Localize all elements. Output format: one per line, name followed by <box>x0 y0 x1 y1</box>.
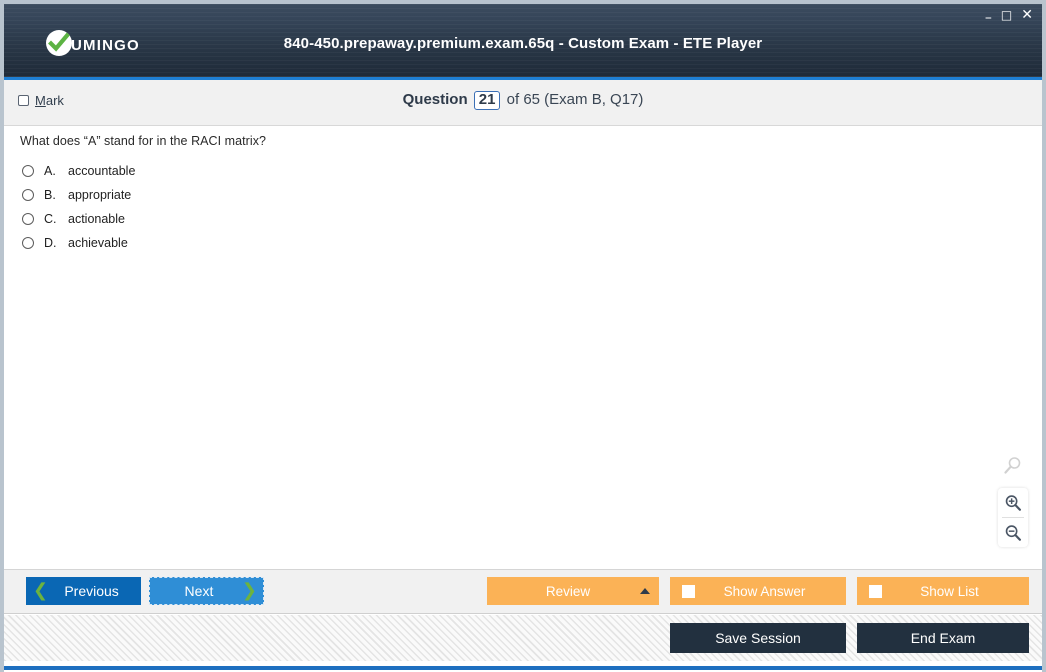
window-title: 840-450.prepaway.premium.exam.65q - Cust… <box>283 35 763 52</box>
show-answer-label: Show Answer <box>723 583 806 599</box>
question-counter: Question 21 of 65 (Exam B, Q17) <box>4 91 1042 110</box>
answer-letter-d: D. <box>44 236 57 250</box>
end-exam-button[interactable]: End Exam <box>857 623 1029 653</box>
answer-option-b[interactable]: B. appropriate <box>22 183 135 207</box>
radio-button-b[interactable] <box>22 189 34 201</box>
answer-options-list: A. accountable B. appropriate C. actiona… <box>22 159 135 255</box>
answer-option-d[interactable]: D. achievable <box>22 231 135 255</box>
question-header-bar: Mark Question 21 of 65 (Exam B, Q17) <box>4 80 1042 126</box>
title-bar[interactable]: UMINGO 840-450.prepaway.premium.exam.65q… <box>4 4 1042 80</box>
radio-button-a[interactable] <box>22 165 34 177</box>
chevron-left-icon: ❮ <box>33 580 49 601</box>
previous-button[interactable]: ❮ Previous <box>26 577 141 605</box>
window-controls: – □ ✕ <box>985 8 1033 25</box>
question-number-field[interactable]: 21 <box>473 91 501 110</box>
question-text: What does “A” stand for in the RACI matr… <box>20 134 266 148</box>
answer-text-c: actionable <box>68 212 125 226</box>
show-answer-checkbox[interactable] <box>682 584 695 598</box>
question-counter-word: Question <box>402 91 468 108</box>
maximize-button[interactable]: □ <box>1001 9 1012 22</box>
next-button-label: Next <box>184 583 214 599</box>
zoom-out-button[interactable] <box>998 518 1028 547</box>
zoom-buttons-panel <box>998 488 1028 547</box>
show-list-button[interactable]: Show List <box>857 577 1029 605</box>
answer-letter-b: B. <box>44 188 56 202</box>
previous-button-label: Previous <box>64 583 119 599</box>
ete-player-window: UMINGO 840-450.prepaway.premium.exam.65q… <box>0 0 1046 672</box>
status-bar: Save Session End Exam <box>4 614 1042 661</box>
show-list-label: Show List <box>920 583 979 599</box>
review-button[interactable]: Review <box>487 577 659 605</box>
minimize-button[interactable]: – <box>985 11 992 25</box>
next-button[interactable]: Next ❯ <box>149 577 264 605</box>
chevron-right-icon: ❯ <box>241 580 257 601</box>
save-session-button[interactable]: Save Session <box>670 623 846 653</box>
question-content-area: What does “A” stand for in the RACI matr… <box>4 126 1042 570</box>
show-answer-button[interactable]: Show Answer <box>670 577 846 605</box>
radio-button-d[interactable] <box>22 237 34 249</box>
question-counter-rest: of 65 (Exam B, Q17) <box>506 91 644 108</box>
navigation-button-bar: ❮ Previous Next ❯ Review Show Answer Sho… <box>4 570 1042 614</box>
caret-up-icon <box>640 588 650 594</box>
answer-text-a: accountable <box>68 164 136 178</box>
bottom-accent-line <box>4 666 1042 670</box>
radio-button-c[interactable] <box>22 213 34 225</box>
zoom-tools <box>998 455 1028 547</box>
zoom-in-button[interactable] <box>998 488 1028 517</box>
answer-text-d: achievable <box>68 236 128 250</box>
show-list-checkbox[interactable] <box>869 584 882 598</box>
window-inner: UMINGO 840-450.prepaway.premium.exam.65q… <box>4 4 1042 672</box>
magnifier-icon[interactable] <box>1002 455 1024 482</box>
close-button[interactable]: ✕ <box>1021 8 1033 22</box>
answer-option-a[interactable]: A. accountable <box>22 159 135 183</box>
answer-option-c[interactable]: C. actionable <box>22 207 135 231</box>
answer-text-b: appropriate <box>68 188 132 202</box>
review-button-label: Review <box>545 583 591 599</box>
answer-letter-c: C. <box>44 212 57 226</box>
answer-letter-a: A. <box>44 164 56 178</box>
